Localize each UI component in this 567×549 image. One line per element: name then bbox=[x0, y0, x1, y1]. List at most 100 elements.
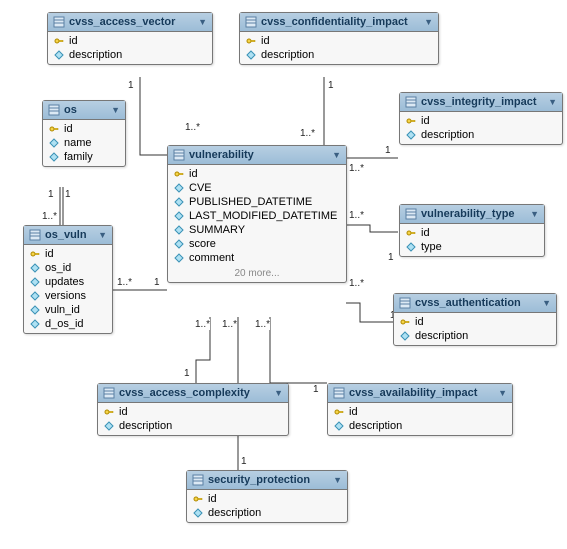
table-header[interactable]: cvss_access_vector ▼ bbox=[48, 13, 212, 32]
column-row[interactable]: vuln_id bbox=[24, 303, 112, 317]
card-lbl: 1 bbox=[241, 456, 247, 467]
column-row[interactable]: id bbox=[43, 122, 125, 136]
column-row[interactable]: id bbox=[400, 114, 562, 128]
column-row[interactable]: PUBLISHED_DATETIME bbox=[168, 195, 346, 209]
collapse-icon[interactable]: ▼ bbox=[98, 230, 107, 240]
column-row[interactable]: os_id bbox=[24, 261, 112, 275]
column-row[interactable]: SUMMARY bbox=[168, 223, 346, 237]
table-security-protection[interactable]: security_protection▼iddescription bbox=[186, 470, 348, 523]
column-row[interactable]: id bbox=[240, 34, 438, 48]
collapse-icon[interactable]: ▼ bbox=[498, 388, 507, 398]
column-row[interactable]: description bbox=[240, 48, 438, 62]
table-title: vulnerability_type bbox=[421, 208, 515, 220]
column-row[interactable]: id bbox=[48, 34, 212, 48]
column-name: id bbox=[349, 406, 358, 418]
attribute-icon bbox=[174, 253, 184, 263]
table-icon bbox=[29, 229, 41, 241]
column-row[interactable]: id bbox=[328, 405, 512, 419]
table-header[interactable]: os_vuln ▼ bbox=[24, 226, 112, 245]
column-name: SUMMARY bbox=[189, 224, 245, 236]
more-columns-label[interactable]: 20 more... bbox=[168, 267, 346, 282]
column-row[interactable]: id bbox=[98, 405, 288, 419]
column-row[interactable]: type bbox=[400, 240, 544, 254]
collapse-icon[interactable]: ▼ bbox=[548, 97, 557, 107]
table-os-vuln[interactable]: os_vuln ▼ idos_idupdatesversionsvuln_idd_o… bbox=[23, 225, 113, 334]
column-list: iddescription bbox=[187, 490, 347, 522]
column-row[interactable]: id bbox=[394, 315, 556, 329]
collapse-icon[interactable]: ▼ bbox=[424, 17, 433, 27]
table-cvss-confidentiality-impact[interactable]: cvss_confidentiality_impact▼iddescriptio… bbox=[239, 12, 439, 65]
table-title: cvss_availability_impact bbox=[349, 387, 477, 399]
collapse-icon[interactable]: ▼ bbox=[111, 105, 120, 115]
table-title: cvss_authentication bbox=[415, 297, 521, 309]
table-header[interactable]: vulnerability▼ bbox=[168, 146, 346, 165]
attribute-icon bbox=[49, 152, 59, 162]
table-title: os_vuln bbox=[45, 229, 87, 241]
table-cvss-access-vector[interactable]: cvss_access_vector ▼ iddescription bbox=[47, 12, 213, 65]
table-os[interactable]: os▼ id namefamily bbox=[42, 100, 126, 167]
table-vulnerability-type[interactable]: vulnerability_type ▼ idtype bbox=[399, 204, 545, 257]
column-name: os_id bbox=[45, 262, 71, 274]
table-header[interactable]: cvss_integrity_impact▼ bbox=[400, 93, 562, 112]
table-icon bbox=[53, 16, 65, 28]
table-cvss-integrity-impact[interactable]: cvss_integrity_impact▼iddescription bbox=[399, 92, 563, 145]
column-name: id bbox=[119, 406, 128, 418]
column-list: iddescription bbox=[400, 112, 562, 144]
column-row[interactable]: id bbox=[400, 226, 544, 240]
column-row[interactable]: name bbox=[43, 136, 125, 150]
attribute-icon bbox=[406, 242, 416, 252]
table-header[interactable]: cvss_authentication ▼ bbox=[394, 294, 556, 313]
column-name: name bbox=[64, 137, 92, 149]
column-name: comment bbox=[189, 252, 234, 264]
collapse-icon[interactable]: ▼ bbox=[332, 150, 341, 160]
column-row[interactable]: description bbox=[394, 329, 556, 343]
column-row[interactable]: CVE bbox=[168, 181, 346, 195]
table-header[interactable]: cvss_access_complexity▼ bbox=[98, 384, 288, 403]
column-row[interactable]: id bbox=[187, 492, 347, 506]
table-icon bbox=[405, 96, 417, 108]
table-header[interactable]: os▼ bbox=[43, 101, 125, 120]
column-name: description bbox=[421, 129, 474, 141]
table-cvss-access-complexity[interactable]: cvss_access_complexity▼iddescription bbox=[97, 383, 289, 436]
table-header[interactable]: cvss_availability_impact ▼ bbox=[328, 384, 512, 403]
card-lbl: 1 bbox=[184, 368, 190, 379]
primary-key-icon bbox=[54, 36, 64, 46]
table-header[interactable]: vulnerability_type ▼ bbox=[400, 205, 544, 224]
card-lbl: 1..* bbox=[300, 128, 315, 139]
table-vulnerability[interactable]: vulnerability▼ idCVEPUBLISHED_DATETIMELAS… bbox=[167, 145, 347, 283]
column-row[interactable]: comment bbox=[168, 251, 346, 265]
collapse-icon[interactable]: ▼ bbox=[333, 475, 342, 485]
attribute-icon bbox=[174, 225, 184, 235]
column-row[interactable]: id bbox=[168, 167, 346, 181]
table-header[interactable]: cvss_confidentiality_impact▼ bbox=[240, 13, 438, 32]
primary-key-icon bbox=[400, 317, 410, 327]
collapse-icon[interactable]: ▼ bbox=[198, 17, 207, 27]
column-row[interactable]: d_os_id bbox=[24, 317, 112, 331]
collapse-icon[interactable]: ▼ bbox=[542, 298, 551, 308]
column-row[interactable]: updates bbox=[24, 275, 112, 289]
card-lbl: 1..* bbox=[117, 277, 132, 288]
column-row[interactable]: description bbox=[98, 419, 288, 433]
column-name: description bbox=[208, 507, 261, 519]
table-cvss-authentication[interactable]: cvss_authentication ▼ iddescription bbox=[393, 293, 557, 346]
collapse-icon[interactable]: ▼ bbox=[274, 388, 283, 398]
attribute-icon bbox=[334, 421, 344, 431]
table-title: cvss_access_vector bbox=[69, 16, 175, 28]
column-row[interactable]: description bbox=[328, 419, 512, 433]
column-row[interactable]: score bbox=[168, 237, 346, 251]
attribute-icon bbox=[30, 291, 40, 301]
attribute-icon bbox=[30, 305, 40, 315]
column-row[interactable]: family bbox=[43, 150, 125, 164]
column-row[interactable]: LAST_MODIFIED_DATETIME bbox=[168, 209, 346, 223]
column-row[interactable]: description bbox=[187, 506, 347, 520]
column-row[interactable]: id bbox=[24, 247, 112, 261]
column-list: idos_idupdatesversionsvuln_idd_os_id bbox=[24, 245, 112, 333]
table-icon bbox=[333, 387, 345, 399]
collapse-icon[interactable]: ▼ bbox=[530, 209, 539, 219]
table-header[interactable]: security_protection▼ bbox=[187, 471, 347, 490]
column-row[interactable]: description bbox=[400, 128, 562, 142]
column-row[interactable]: description bbox=[48, 48, 212, 62]
column-name: id bbox=[64, 123, 73, 135]
column-row[interactable]: versions bbox=[24, 289, 112, 303]
table-cvss-availability-impact[interactable]: cvss_availability_impact ▼ iddescription bbox=[327, 383, 513, 436]
